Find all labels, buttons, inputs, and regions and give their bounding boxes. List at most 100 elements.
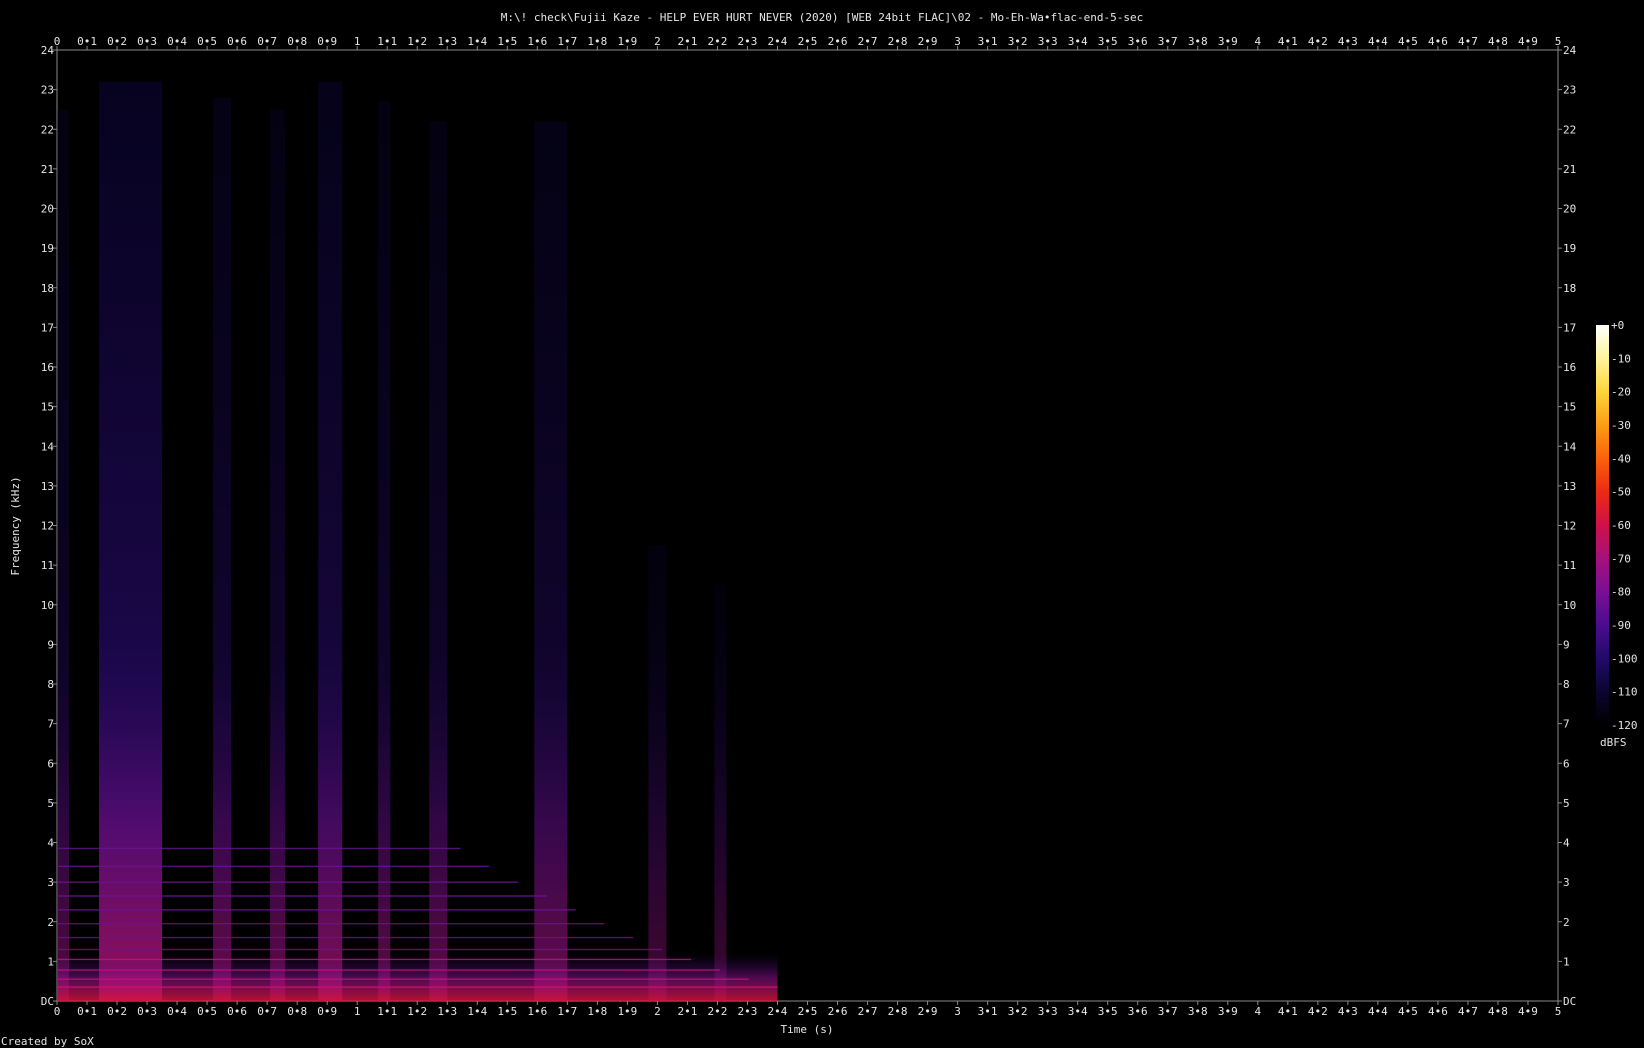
x-tick-label: 2•7 (858, 35, 878, 48)
x-tick-label: 1•2 (407, 35, 427, 48)
x-tick-label: 2•4 (768, 35, 788, 48)
y-tick-label: 13 (1563, 480, 1576, 493)
x-tick-label: 3•7 (1158, 35, 1178, 48)
x-tick-label: 0•7 (257, 35, 277, 48)
x-tick-label: 3•6 (1128, 1005, 1148, 1018)
x-tick-label: 1 (354, 35, 361, 48)
y-tick-label: 17 (1563, 321, 1576, 334)
spectrogram-chart: M:\! check\Fujii Kaze - HELP EVER HURT N… (1, 11, 1638, 1048)
y-tick-label: 8 (47, 678, 54, 691)
x-tick-label: 4•4 (1368, 35, 1388, 48)
x-tick-label: 4•9 (1518, 1005, 1538, 1018)
y-tick-label: 11 (41, 559, 54, 572)
x-tick-label: 3 (954, 35, 961, 48)
y-tick-label: 4 (1563, 837, 1570, 850)
y-tick-label: 15 (1563, 401, 1576, 414)
y-tick-label: 16 (41, 361, 54, 374)
x-tick-label: 3•3 (1038, 1005, 1058, 1018)
burst-low-energy (429, 644, 448, 1001)
x-tick-label: 2•3 (738, 35, 758, 48)
x-tick-label: 0•1 (77, 1005, 97, 1018)
y-tick-label: 22 (1563, 123, 1576, 136)
burst-low-energy (714, 644, 727, 1001)
y-tick-label: 24 (41, 44, 55, 57)
x-tick-label: 1•5 (497, 1005, 517, 1018)
colorbar-tick-label: -70 (1611, 552, 1631, 565)
low-frequency-band (57, 953, 778, 1001)
burst-low-energy (270, 644, 286, 1001)
y-tick-label: 13 (41, 480, 54, 493)
y-tick-label: 11 (1563, 559, 1576, 572)
x-tick-label: 2•6 (828, 35, 848, 48)
y-tick-label: 3 (1563, 876, 1570, 889)
y-tick-label: 24 (1563, 44, 1577, 57)
x-tick-label: 3•1 (978, 1005, 998, 1018)
x-tick-label: 3•5 (1098, 35, 1118, 48)
x-tick-label: 3•4 (1068, 35, 1088, 48)
x-tick-label: 2•9 (918, 35, 938, 48)
x-tick-label: 1•5 (497, 35, 517, 48)
y-tick-label: 14 (41, 440, 55, 453)
x-axis-bottom: 0 0•1 0•2 0•3 0•4 0•5 0•6 0•7 0•8 0•9 1 1•1 1•2 1•3 1•… (54, 1001, 1562, 1018)
x-tick-label: 1•1 (377, 35, 397, 48)
y-tick-label: 20 (41, 203, 54, 216)
x-tick-label: 0•9 (317, 1005, 337, 1018)
x-tick-label: 0•5 (197, 1005, 217, 1018)
x-tick-label: 4•2 (1308, 35, 1328, 48)
colorbar-tick-label: -50 (1611, 486, 1631, 499)
x-tick-label: 2•8 (888, 1005, 908, 1018)
x-tick-label: 3•9 (1218, 35, 1238, 48)
x-tick-label: 0•5 (197, 35, 217, 48)
burst-low-energy (534, 644, 568, 1001)
colorbar-tick-label: +0 (1611, 319, 1624, 332)
x-tick-label: 4•9 (1518, 35, 1538, 48)
x-tick-label: 1•8 (587, 1005, 607, 1018)
x-tick-label: 0•1 (77, 35, 97, 48)
x-tick-label: 4•6 (1428, 35, 1448, 48)
x-tick-label: 0•8 (287, 1005, 307, 1018)
y-tick-label: 7 (47, 718, 54, 731)
x-tick-label: 3•8 (1188, 35, 1208, 48)
x-tick-label: 1•2 (407, 1005, 427, 1018)
y-axis-right: DC12345678910111213141516171819202122232… (1558, 44, 1577, 1008)
y-tick-label: 21 (1563, 163, 1576, 176)
x-tick-label: 5 (1555, 35, 1562, 48)
colorbar (1596, 325, 1609, 725)
y-tick-label: 23 (1563, 84, 1576, 97)
x-tick-label: 2•2 (708, 35, 728, 48)
x-tick-label: 3•1 (978, 35, 998, 48)
burst-low-energy (318, 644, 343, 1001)
colorbar-label: dBFS (1600, 736, 1627, 749)
x-tick-label: 0•3 (137, 1005, 157, 1018)
x-tick-label: 1•6 (527, 35, 547, 48)
colorbar-tick-label: -90 (1611, 619, 1631, 632)
x-tick-label: 4 (1254, 1005, 1261, 1018)
colorbar-tick-label: -100 (1611, 652, 1638, 665)
x-tick-label: 0•3 (137, 35, 157, 48)
x-tick-label: 3•6 (1128, 35, 1148, 48)
y-tick-label: 8 (1563, 678, 1570, 691)
x-tick-label: 0 (54, 1005, 61, 1018)
x-tick-label: 5 (1555, 1005, 1562, 1018)
x-tick-label: 1•9 (617, 35, 637, 48)
x-tick-label: 0 (54, 35, 61, 48)
y-tick-label: 7 (1563, 718, 1570, 731)
y-tick-label: 17 (41, 321, 54, 334)
colorbar-tick-label: -40 (1611, 452, 1631, 465)
y-tick-label: 1 (47, 955, 54, 968)
x-tick-label: 2 (654, 35, 661, 48)
x-tick-label: 3•3 (1038, 35, 1058, 48)
x-tick-label: 4•5 (1398, 1005, 1418, 1018)
y-tick-label: 6 (47, 757, 54, 770)
x-tick-label: 4•8 (1488, 35, 1508, 48)
colorbar-tick-label: -30 (1611, 419, 1631, 432)
x-tick-label: 4 (1254, 35, 1261, 48)
burst-low-energy (213, 644, 232, 1001)
x-tick-label: 1•8 (587, 35, 607, 48)
y-tick-label: 10 (41, 599, 54, 612)
x-tick-label: 4•7 (1458, 1005, 1478, 1018)
y-axis-label: Frequency (kHz) (9, 476, 22, 575)
x-tick-label: 0•2 (107, 1005, 127, 1018)
burst-low-energy (99, 644, 163, 1001)
y-tick-label: 18 (41, 282, 54, 295)
